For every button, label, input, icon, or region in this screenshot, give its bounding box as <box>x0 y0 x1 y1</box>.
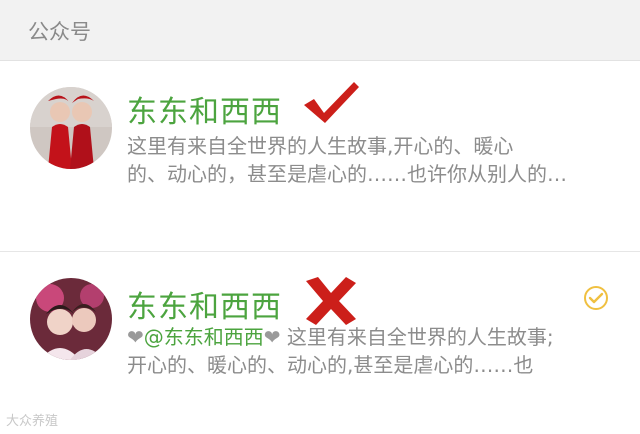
list-item[interactable]: 东东和西西 ❤@东东和西西❤ 这里有来自全世界的人生故事; 开心的、暖心的、动心… <box>0 261 640 434</box>
description-line: 开心的、暖心的、动心的,甚至是虐心的……也 <box>127 353 534 377</box>
account-description: ❤@东东和西西❤ 这里有来自全世界的人生故事; 开心的、暖心的、动心的,甚至是虐… <box>127 323 617 379</box>
avatar <box>30 87 112 169</box>
description-line: 的、动心的，甚至是虐心的……也许你从别人的… <box>127 162 567 186</box>
account-name: 东东和西西 <box>127 290 282 325</box>
heart-icon: ❤ <box>127 325 144 349</box>
checkmark-icon <box>300 79 362 129</box>
section-header: 公众号 <box>0 0 640 61</box>
account-description: 这里有来自全世界的人生故事,开心的、暖心 的、动心的，甚至是虐心的……也许你从别… <box>127 132 617 188</box>
search-result-list: 东东和西西 这里有来自全世界的人生故事,开心的、暖心 的、动心的，甚至是虐心的…… <box>0 61 640 434</box>
description-line: ❤@东东和西西❤ 这里有来自全世界的人生故事; <box>127 323 617 351</box>
watermark: 大众养殖 <box>6 414 59 429</box>
verified-badge-icon <box>583 285 609 311</box>
account-mention: @东东和西西 <box>143 325 264 349</box>
heart-icon: ❤ <box>263 325 281 349</box>
avatar <box>30 278 112 360</box>
description-line: 这里有来自全世界的人生故事,开心的、暖心 <box>127 134 514 158</box>
account-name: 东东和西西 <box>127 95 282 130</box>
section-title: 公众号 <box>28 20 91 44</box>
list-item[interactable]: 东东和西西 这里有来自全世界的人生故事,开心的、暖心 的、动心的，甚至是虐心的…… <box>0 61 640 252</box>
description-text: 这里有来自全世界的人生故事; <box>280 325 554 349</box>
